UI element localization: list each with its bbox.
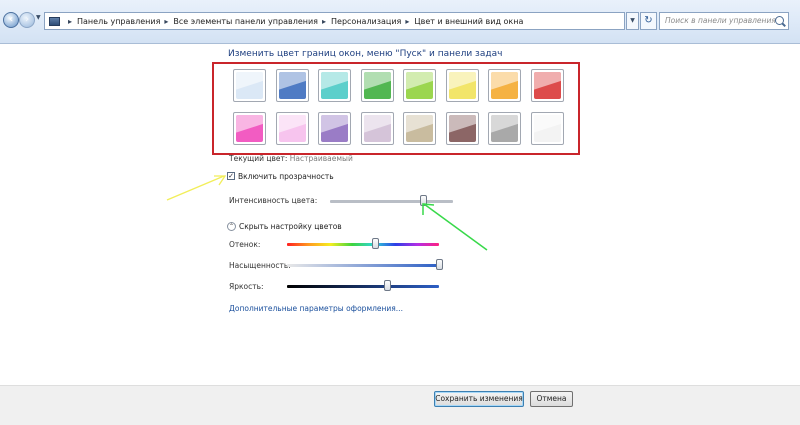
recent-pages-dropdown-icon[interactable]: ▼ — [36, 14, 41, 21]
yellow-arrow-annotation — [166, 175, 227, 201]
breadcrumb-control-panel[interactable]: Панель управления — [77, 17, 160, 26]
search-icon[interactable] — [775, 16, 784, 25]
dialog-footer — [0, 385, 800, 425]
intensity-slider-thumb[interactable] — [420, 195, 428, 206]
brightness-slider-thumb[interactable] — [384, 280, 392, 291]
chevron-right-icon[interactable]: ▸ — [68, 17, 72, 26]
color-swatch-fill — [491, 115, 518, 142]
hide-color-mixer-link[interactable]: Скрыть настройку цветов — [239, 222, 342, 231]
color-swatch-fill — [448, 72, 476, 99]
color-swatch[interactable] — [488, 69, 521, 102]
color-swatch-fill — [448, 115, 476, 142]
hue-slider-thumb[interactable] — [372, 238, 380, 249]
color-swatch[interactable] — [530, 112, 564, 145]
chevron-right-icon[interactable]: ▸ — [405, 17, 409, 26]
address-bar-area: ‹ › ▼ ▸ Панель управления ▸ Все элементы… — [0, 0, 800, 44]
color-swatch[interactable] — [445, 112, 479, 145]
color-swatch[interactable] — [275, 69, 309, 102]
color-swatch[interactable] — [403, 69, 436, 102]
chevron-up-icon[interactable]: ⌃ — [227, 222, 236, 231]
address-dropdown-icon[interactable]: ▼ — [626, 12, 639, 30]
color-swatch[interactable] — [488, 112, 521, 145]
control-panel-icon — [49, 16, 60, 26]
intensity-label: Интенсивность цвета: — [229, 196, 318, 205]
color-swatch-fill — [363, 72, 391, 99]
color-swatch-fill — [533, 115, 561, 142]
page-heading: Изменить цвет границ окон, меню "Пуск" и… — [228, 49, 503, 59]
chevron-right-icon[interactable]: ▸ — [164, 17, 168, 26]
transparency-checkbox[interactable]: ✓ — [227, 172, 235, 180]
color-swatch-fill — [406, 72, 433, 99]
breadcrumb-all-items[interactable]: Все элементы панели управления — [173, 17, 318, 26]
brightness-slider-track[interactable] — [287, 285, 439, 288]
color-swatch[interactable] — [403, 112, 436, 145]
color-swatch-fill — [321, 72, 348, 99]
color-swatch[interactable] — [360, 69, 394, 102]
color-swatch[interactable] — [318, 112, 351, 145]
back-button[interactable]: ‹ — [3, 12, 19, 28]
saturation-slider-thumb[interactable] — [436, 259, 443, 270]
current-color-label: Текущий цвет: — [229, 154, 288, 163]
color-swatch-highlight-frame — [212, 62, 580, 155]
saturation-label: Насыщенность: — [229, 261, 291, 270]
color-swatch-fill — [278, 115, 306, 142]
color-swatch[interactable] — [445, 69, 479, 102]
color-swatch-fill — [491, 72, 518, 99]
breadcrumb-window-color[interactable]: Цвет и внешний вид окна — [414, 17, 523, 26]
breadcrumb-personalization[interactable]: Персонализация — [331, 17, 401, 26]
hue-slider-track[interactable] — [287, 243, 439, 246]
current-color-text: Текущий цвет: Настраиваемый — [229, 154, 353, 163]
color-swatch-fill — [321, 115, 348, 142]
search-placeholder: Поиск в панели управления — [665, 16, 776, 25]
color-swatch-fill — [236, 72, 263, 99]
color-swatch[interactable] — [530, 69, 564, 102]
cancel-button[interactable]: Отмена — [530, 391, 573, 407]
color-swatch[interactable] — [233, 69, 266, 102]
current-color-value: Настраиваемый — [289, 154, 353, 163]
color-swatch[interactable] — [318, 69, 351, 102]
hue-label: Отенок: — [229, 240, 261, 249]
color-swatch-fill — [406, 115, 433, 142]
saturation-slider-track[interactable] — [287, 264, 439, 267]
save-changes-button[interactable]: Сохранить изменения — [434, 391, 524, 407]
brightness-label: Яркость: — [229, 282, 264, 291]
color-swatch-fill — [278, 72, 306, 99]
color-swatch[interactable] — [360, 112, 394, 145]
breadcrumb[interactable]: ▸ Панель управления ▸ Все элементы панел… — [44, 12, 625, 30]
forward-button[interactable]: › — [19, 12, 35, 28]
advanced-appearance-link[interactable]: Дополнительные параметры оформления... — [229, 304, 403, 313]
color-swatch-fill — [533, 72, 561, 99]
color-swatch-fill — [236, 115, 263, 142]
intensity-slider-track[interactable] — [330, 200, 453, 203]
transparency-label[interactable]: Включить прозрачность — [238, 172, 334, 181]
color-swatch[interactable] — [233, 112, 266, 145]
color-swatch-fill — [363, 115, 391, 142]
color-swatch[interactable] — [275, 112, 309, 145]
chevron-right-icon[interactable]: ▸ — [322, 17, 326, 26]
refresh-icon[interactable]: ↻ — [640, 12, 657, 30]
search-input[interactable]: Поиск в панели управления — [659, 12, 789, 30]
